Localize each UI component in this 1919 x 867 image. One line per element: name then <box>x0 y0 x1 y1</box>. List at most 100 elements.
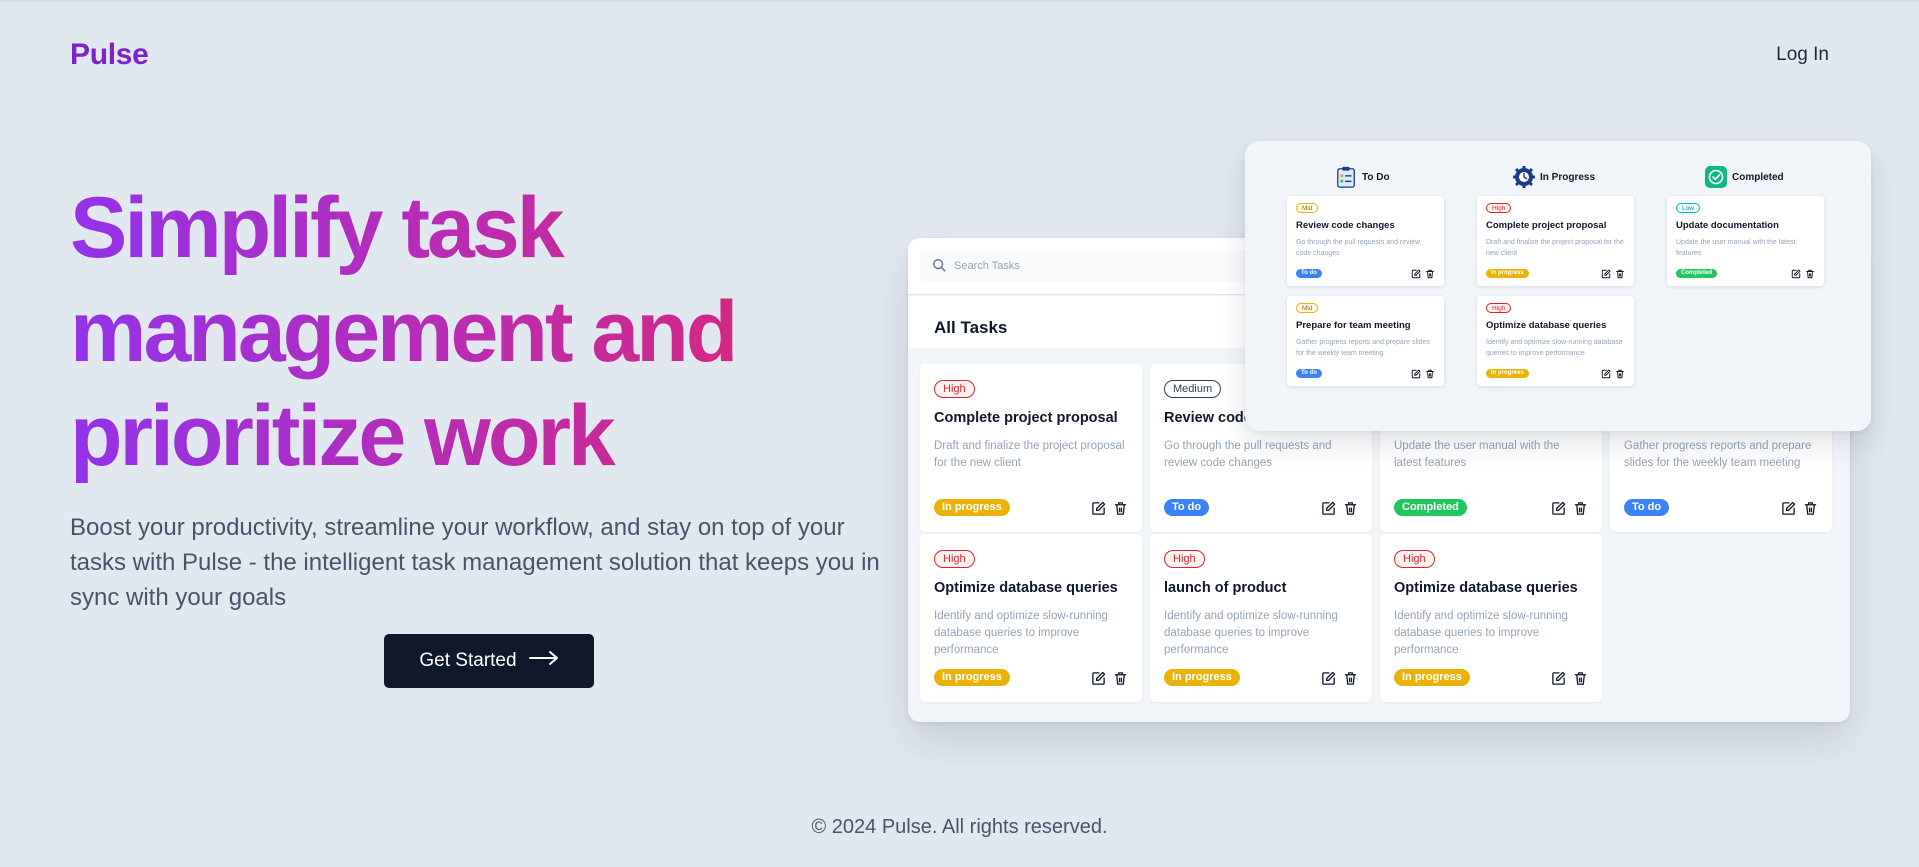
task-card[interactable]: High launch of product Identify and opti… <box>1150 534 1372 702</box>
hero-title-line: management and <box>70 284 736 380</box>
clipboard-checklist-icon <box>1335 166 1355 188</box>
priority-badge: Medium <box>1164 380 1222 398</box>
status-badge: In progress <box>1164 669 1240 686</box>
delete-icon[interactable] <box>1113 501 1128 516</box>
top-divider <box>0 0 1919 2</box>
delete-icon[interactable] <box>1615 269 1625 279</box>
check-circle-icon <box>1705 166 1727 188</box>
task-title: Update documentation <box>1676 220 1779 231</box>
task-card[interactable]: High Optimize database queries Identify … <box>920 534 1142 702</box>
task-description: Identify and optimize slow-running datab… <box>1164 610 1338 656</box>
status-badge: In progress <box>1486 369 1529 378</box>
column-header-todo: To Do <box>1335 166 1390 188</box>
column-label: Completed <box>1732 171 1784 183</box>
priority-badge: High <box>934 550 975 568</box>
task-title: launch of product <box>1164 580 1287 596</box>
delete-icon[interactable] <box>1573 671 1588 686</box>
task-title: Optimize database queries <box>934 580 1118 596</box>
delete-icon[interactable] <box>1113 671 1128 686</box>
delete-icon[interactable] <box>1615 369 1625 379</box>
edit-icon[interactable] <box>1091 501 1106 516</box>
task-description: Draft and finalize the project proposal … <box>1486 239 1624 257</box>
status-badge: In progress <box>934 669 1010 686</box>
task-title: Prepare for team meeting <box>1296 320 1411 331</box>
arrow-right-icon <box>528 650 559 672</box>
task-title: Review code changes <box>1296 220 1395 231</box>
task-title: Complete project proposal <box>934 410 1118 426</box>
kanban-card[interactable]: Low Update documentation Update the user… <box>1667 196 1824 286</box>
kanban-preview: To Do In Progress Completed Mid Review c… <box>1245 141 1871 431</box>
task-card[interactable]: High Optimize database queries Identify … <box>1380 534 1602 702</box>
column-header-in-progress: In Progress <box>1513 166 1595 188</box>
delete-icon[interactable] <box>1425 269 1435 279</box>
task-title: Complete project proposal <box>1486 220 1607 231</box>
status-badge: Completed <box>1394 499 1467 516</box>
delete-icon[interactable] <box>1803 501 1818 516</box>
column-label: In Progress <box>1540 171 1596 183</box>
get-started-button[interactable]: Get Started <box>384 634 594 688</box>
priority-badge: High <box>934 380 975 398</box>
priority-badge: High <box>1394 550 1435 568</box>
task-description: Identify and optimize slow-running datab… <box>934 610 1108 656</box>
delete-icon[interactable] <box>1805 269 1815 279</box>
edit-icon[interactable] <box>1411 369 1421 379</box>
search-icon <box>932 258 946 275</box>
task-description: Identify and optimize slow-running datab… <box>1394 610 1568 656</box>
status-badge: To do <box>1164 499 1210 516</box>
edit-icon[interactable] <box>1321 671 1336 686</box>
task-description: Draft and finalize the project proposal … <box>934 440 1125 469</box>
priority-badge: Mid <box>1296 303 1319 313</box>
all-tasks-heading: All Tasks <box>934 318 1008 337</box>
priority-badge: High <box>1164 550 1205 568</box>
edit-icon[interactable] <box>1601 369 1611 379</box>
task-card[interactable]: High Complete project proposal Draft and… <box>920 364 1142 532</box>
task-title: Optimize database queries <box>1394 580 1578 596</box>
kanban-card[interactable]: Mid Review code changes Go through the p… <box>1287 196 1444 286</box>
status-badge: To do <box>1296 269 1322 278</box>
footer-copyright: © 2024 Pulse. All rights reserved. <box>811 816 1108 838</box>
status-badge: Completed <box>1676 269 1718 278</box>
login-link[interactable]: Log In <box>1776 44 1829 66</box>
status-badge: In progress <box>1486 269 1529 278</box>
edit-icon[interactable] <box>1781 501 1796 516</box>
task-description: Identify and optimize slow-running datab… <box>1486 339 1623 357</box>
kanban-card[interactable]: Mid Prepare for team meeting Gather prog… <box>1287 296 1444 386</box>
delete-icon[interactable] <box>1573 501 1588 516</box>
priority-badge: High <box>1486 203 1512 213</box>
delete-icon[interactable] <box>1343 501 1358 516</box>
edit-icon[interactable] <box>1791 269 1801 279</box>
edit-icon[interactable] <box>1601 269 1611 279</box>
edit-icon[interactable] <box>1091 671 1106 686</box>
status-badge: In progress <box>1394 669 1470 686</box>
task-description: Update the user manual with the latest f… <box>1676 239 1796 257</box>
task-title: Review code <box>1164 410 1252 426</box>
hero-subtitle: Boost your productivity, streamline your… <box>70 514 880 611</box>
task-description: Gather progress reports and prepare slid… <box>1296 339 1430 357</box>
status-badge: To do <box>1624 499 1670 516</box>
priority-badge: High <box>1486 303 1512 313</box>
delete-icon[interactable] <box>1343 671 1358 686</box>
task-description: Update the user manual with the latest f… <box>1394 440 1560 469</box>
logo[interactable]: Pulse <box>70 38 149 72</box>
delete-icon[interactable] <box>1425 369 1435 379</box>
column-label: To Do <box>1362 171 1390 183</box>
edit-icon[interactable] <box>1411 269 1421 279</box>
hero-title: Simplify task management and prioritize … <box>70 176 830 488</box>
task-description: Go through the pull requests and review … <box>1164 440 1332 469</box>
task-description: Go through the pull requests and review … <box>1296 239 1421 257</box>
status-badge: In progress <box>934 499 1010 516</box>
hero-title-line: prioritize work <box>70 388 613 484</box>
priority-badge: Low <box>1676 203 1700 213</box>
status-badge: To do <box>1296 369 1322 378</box>
search-placeholder: Search Tasks <box>954 260 1020 272</box>
task-title: Optimize database queries <box>1486 320 1607 331</box>
gear-progress-icon <box>1513 166 1535 188</box>
edit-icon[interactable] <box>1321 501 1336 516</box>
kanban-card[interactable]: High Optimize database queries Identify … <box>1477 296 1634 386</box>
hero-title-line: Simplify task <box>70 180 562 276</box>
kanban-card[interactable]: High Complete project proposal Draft and… <box>1477 196 1634 286</box>
edit-icon[interactable] <box>1551 501 1566 516</box>
column-header-completed: Completed <box>1705 166 1784 188</box>
priority-badge: Mid <box>1296 203 1319 213</box>
edit-icon[interactable] <box>1551 671 1566 686</box>
